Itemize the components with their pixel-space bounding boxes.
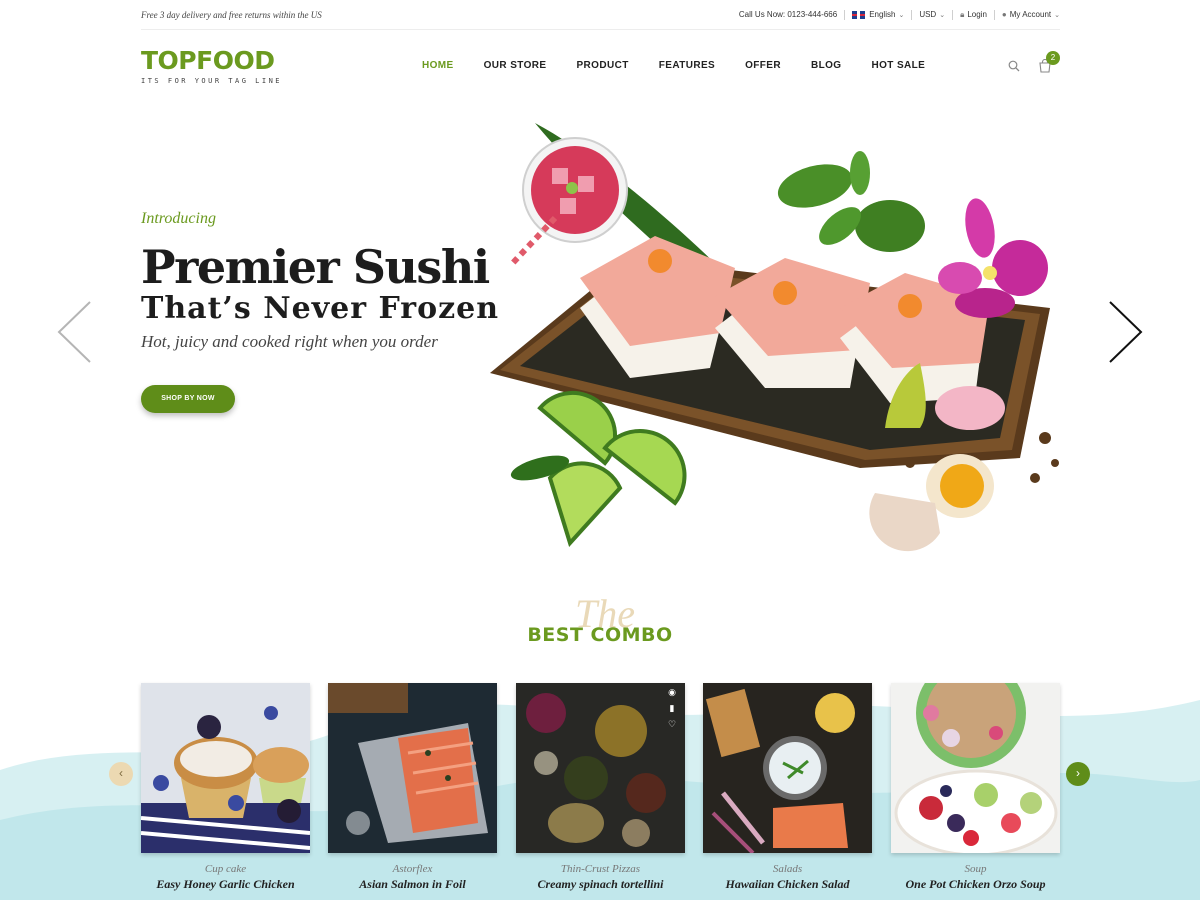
user-icon: ● <box>1001 10 1007 19</box>
product-name[interactable]: One Pot Chicken Orzo Soup <box>891 877 1060 892</box>
chevron-down-icon: ⌄ <box>939 11 946 19</box>
heart-icon[interactable]: ♡ <box>664 719 680 735</box>
my-account-menu[interactable]: ● My Account ⌄ <box>995 10 1060 19</box>
quick-actions: ◉ ▮ ♡ <box>664 687 680 735</box>
language-label: English <box>869 10 896 19</box>
chevron-down-icon: ⌄ <box>898 11 905 19</box>
combo-carousel: Cup cake Easy Honey Garlic Chicken Astor… <box>141 683 1061 893</box>
logo-tagline: ITS FOR YOUR TAG LINE <box>141 77 283 85</box>
product-image[interactable] <box>891 683 1060 853</box>
search-icon[interactable] <box>1008 60 1020 72</box>
product-card: ◉ ▮ ♡ Thin-Crust Pizzas Creamy spinach t… <box>516 683 685 892</box>
eye-icon[interactable]: ◉ <box>664 687 680 703</box>
hero-text-block: Introducing Premier Sushi That’s Never F… <box>141 210 501 352</box>
product-name[interactable]: Easy Honey Garlic Chicken <box>141 877 310 892</box>
product-card: Cup cake Easy Honey Garlic Chicken <box>141 683 310 892</box>
chart-icon[interactable]: ▮ <box>664 703 680 719</box>
currency-label: USD <box>919 10 937 19</box>
site-logo[interactable]: TOPFOOD ITS FOR YOUR TAG LINE <box>141 47 291 89</box>
nav-hot-sale[interactable]: HOT SALE <box>871 60 925 71</box>
login-link[interactable]: 🔒︎ Login <box>953 10 994 20</box>
call-us-label: Call Us Now: 0123-444-666 <box>738 10 838 19</box>
hero-prev-arrow[interactable] <box>56 300 94 364</box>
top-bar: Free 3 day delivery and free returns wit… <box>0 0 1200 30</box>
nav-product[interactable]: PRODUCT <box>576 60 628 71</box>
top-bar-links: Call Us Now: 0123-444-666 English ⌄ USD … <box>732 9 1060 20</box>
product-name[interactable]: Creamy spinach tortellini <box>516 877 685 892</box>
sushi-platter-image <box>490 123 1059 552</box>
chevron-down-icon: ⌄ <box>1054 11 1060 19</box>
shop-now-button[interactable]: SHOP BY NOW <box>141 385 235 413</box>
carousel-next-button[interactable]: › <box>1066 762 1090 786</box>
carousel-prev-button[interactable]: ‹ <box>109 762 133 786</box>
product-image[interactable] <box>141 683 310 853</box>
my-account-label: My Account <box>1009 10 1052 19</box>
chevron-left-icon: ‹ <box>119 766 123 780</box>
product-name[interactable]: Asian Salmon in Foil <box>328 877 497 892</box>
product-card: Soup One Pot Chicken Orzo Soup <box>891 683 1060 892</box>
main-nav: HOME OUR STORE PRODUCT FEATURES OFFER BL… <box>407 60 940 71</box>
product-category: Astorflex <box>392 863 433 875</box>
nav-features[interactable]: FEATURES <box>659 60 715 71</box>
hero-subtitle: That’s Never Frozen <box>141 291 500 326</box>
hero-next-arrow[interactable] <box>1106 300 1144 364</box>
section-title: BEST COMBO <box>527 624 673 646</box>
chevron-right-icon: › <box>1076 766 1080 780</box>
product-image[interactable] <box>328 683 497 853</box>
product-card: Salads Hawaiian Chicken Salad <box>703 683 872 892</box>
product-card: Astorflex Asian Salmon in Foil <box>328 683 497 892</box>
hero-title: Premier Sushi <box>141 240 490 294</box>
product-image[interactable] <box>703 683 872 853</box>
product-category: Soup <box>964 863 987 875</box>
product-image[interactable]: ◉ ▮ ♡ <box>516 683 685 853</box>
uk-flag-icon <box>852 10 866 19</box>
promo-text: Free 3 day delivery and free returns wit… <box>141 9 322 20</box>
hero-tagline: Hot, juicy and cooked right when you ord… <box>141 332 438 351</box>
product-category: Thin-Crust Pizzas <box>560 863 641 875</box>
language-select[interactable]: English ⌄ <box>845 10 911 19</box>
product-name[interactable]: Hawaiian Chicken Salad <box>703 877 872 892</box>
hero-intro: Introducing <box>141 210 216 227</box>
header-actions: 2 <box>1006 51 1066 79</box>
nav-offer[interactable]: OFFER <box>745 60 781 71</box>
call-us-text: Call Us Now: 0123-444-666 <box>732 10 844 19</box>
product-category: Cup cake <box>204 863 247 875</box>
product-category: Salads <box>772 863 803 875</box>
nav-home[interactable]: HOME <box>422 60 454 71</box>
cart-count-badge: 2 <box>1046 51 1060 65</box>
login-label: Login <box>967 10 987 19</box>
nav-blog[interactable]: BLOG <box>811 60 842 71</box>
logo-wordmark: TOPFOOD <box>141 46 275 75</box>
lock-icon: 🔒︎ <box>960 9 965 19</box>
nav-our-store[interactable]: OUR STORE <box>484 60 547 71</box>
currency-select[interactable]: USD ⌄ <box>912 10 952 19</box>
